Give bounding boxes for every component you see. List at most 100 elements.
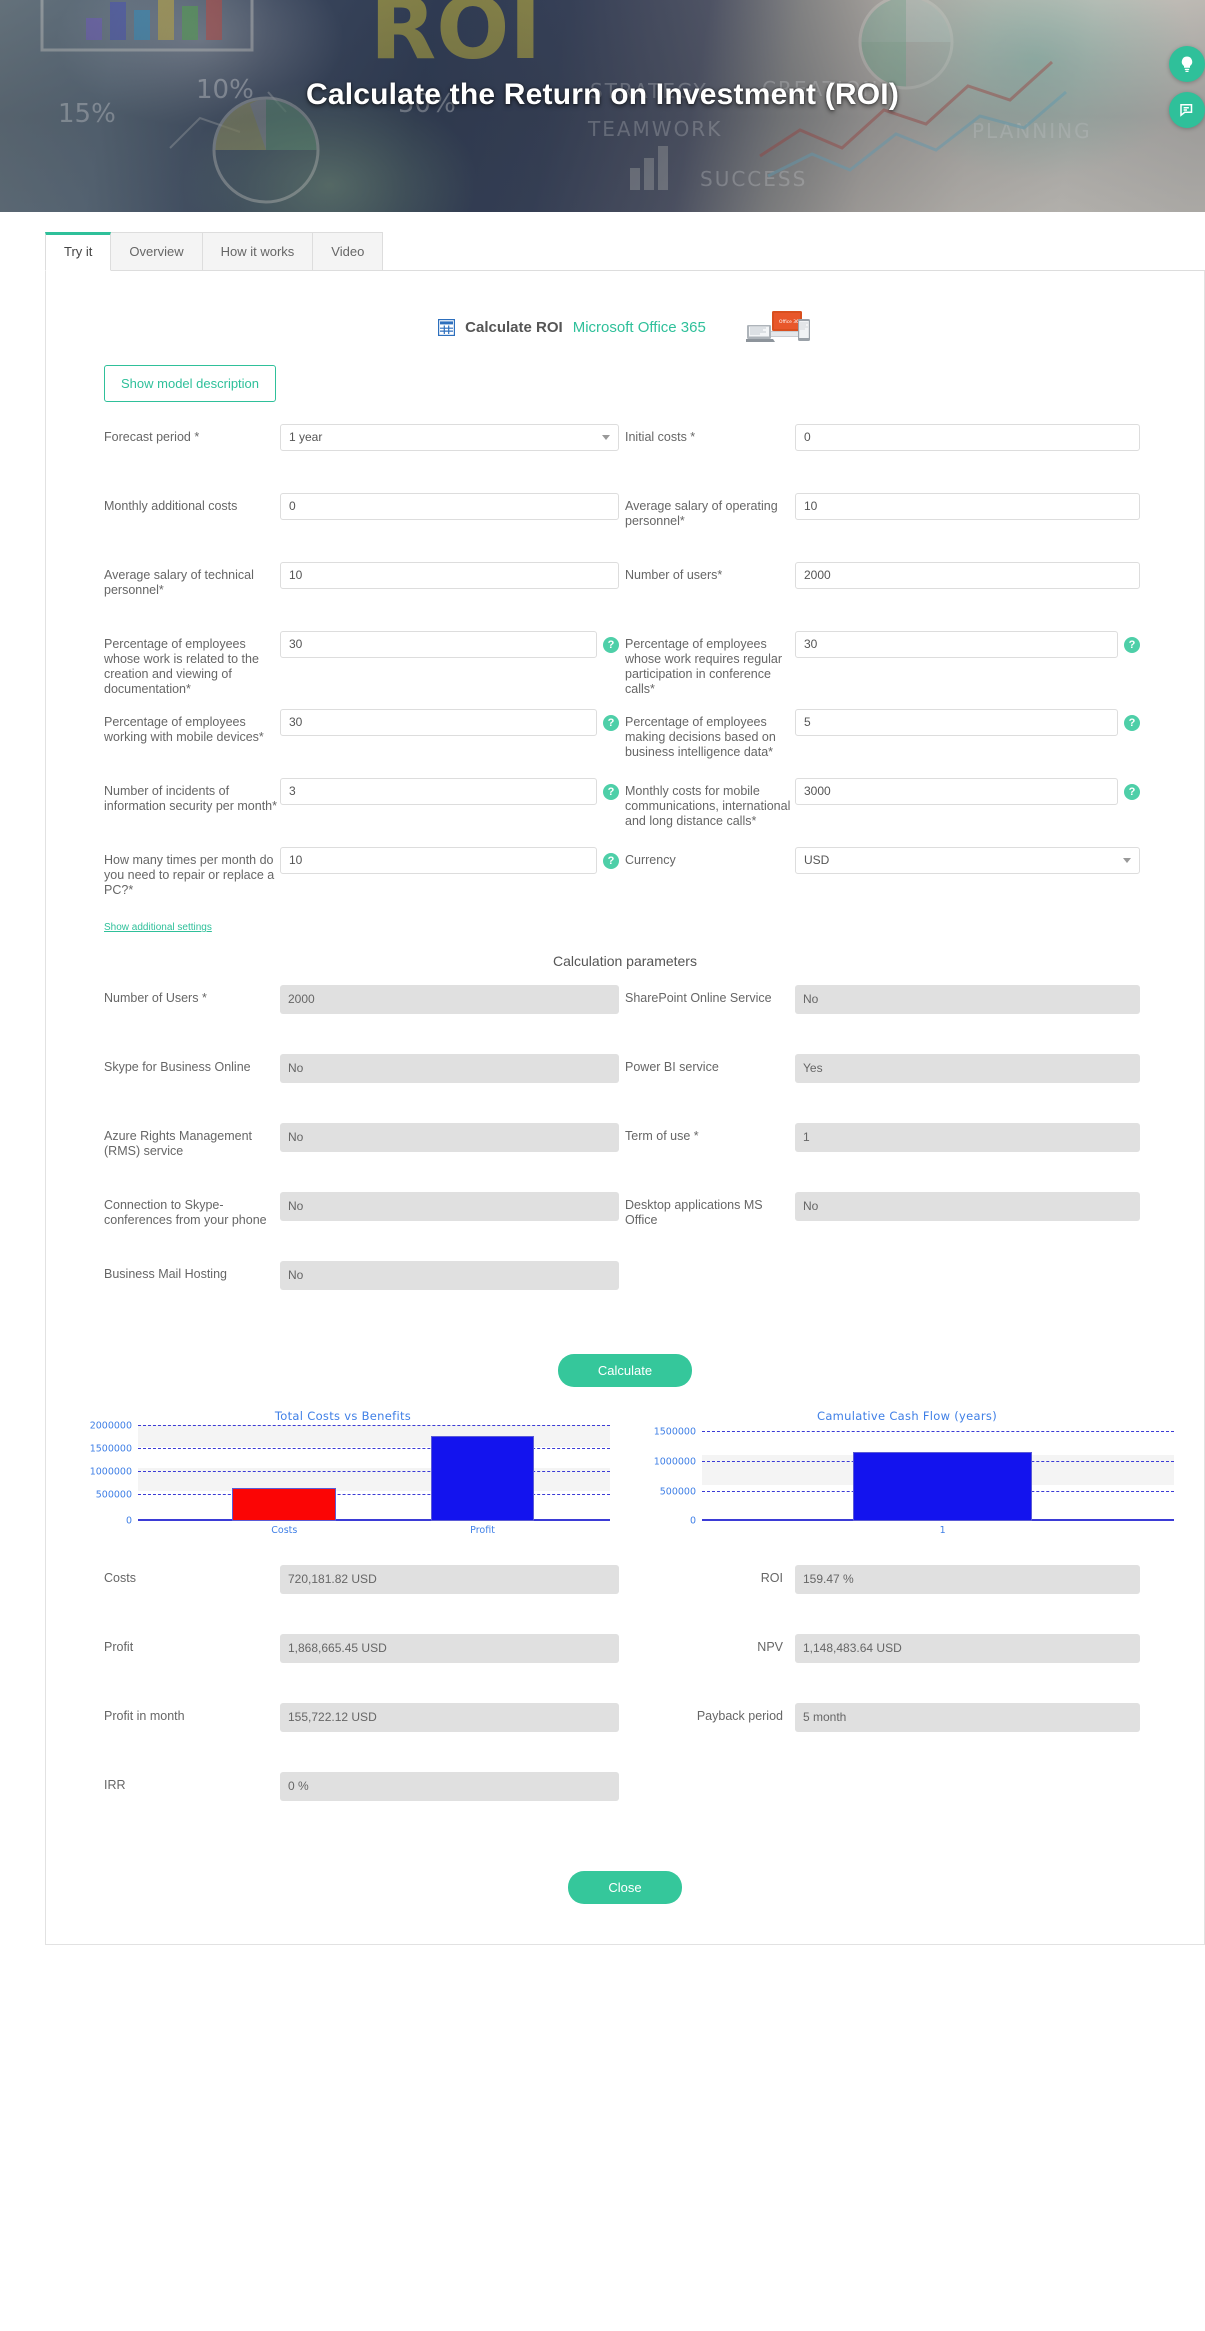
pct-mobile-devices-input[interactable]: 30 (280, 709, 597, 736)
pct-conference-calls-input[interactable]: 30 (795, 631, 1118, 658)
form-row: Forecast period * 1 year Initial costs *… (104, 424, 1146, 481)
input-form: Forecast period * 1 year Initial costs *… (46, 402, 1204, 904)
result-costs: Costs 720,181.82 USD (104, 1565, 625, 1622)
param-label: Desktop applications MS Office (625, 1198, 763, 1227)
floating-action-buttons (1169, 46, 1205, 128)
result-label: Profit in month (104, 1709, 185, 1723)
param-value: No (280, 1192, 619, 1221)
x-tick-label: Costs (271, 1525, 298, 1536)
param-value: Yes (795, 1054, 1140, 1083)
feedback-icon[interactable] (1169, 92, 1205, 128)
help-icon[interactable]: ? (1124, 715, 1140, 731)
field-label: Monthly additional costs (104, 499, 238, 513)
avg-salary-operating-input[interactable]: 10 (795, 493, 1140, 520)
result-value: 0 % (280, 1772, 619, 1801)
result-label: NPV (757, 1640, 783, 1654)
param-skype-conference-phone: Connection to Skype-conferences from you… (104, 1192, 625, 1249)
result-profit: Profit 1,868,665.45 USD (104, 1634, 625, 1691)
y-tick-label: 500000 (95, 1489, 132, 1501)
result-npv: NPV 1,148,483.64 USD (625, 1634, 1146, 1691)
form-row: How many times per month do you need to … (104, 847, 1146, 904)
tab-overview[interactable]: Overview (110, 232, 203, 270)
field-label: Percentage of employees whose work is re… (104, 637, 259, 696)
param-value: No (280, 1261, 619, 1290)
tabs-container: Try it Overview How it works Video (0, 212, 1205, 271)
help-icon[interactable]: ? (603, 637, 619, 653)
close-button-row: Close (46, 1841, 1204, 1904)
param-label: SharePoint Online Service (625, 991, 772, 1005)
field-label: Percentage of employees making decisions… (625, 715, 776, 759)
spreadsheet-icon (438, 318, 456, 336)
mobile-comm-costs-input[interactable]: 3000 (795, 778, 1118, 805)
try-it-panel: Calculate ROI Microsoft Office 365 Offic… (45, 271, 1205, 1945)
monthly-additional-costs-input[interactable]: 0 (280, 493, 619, 520)
field-pct-mobile-devices: Percentage of employees working with mob… (104, 709, 625, 766)
field-label: Number of users* (625, 568, 723, 582)
y-tick-label: 1500000 (653, 1426, 696, 1438)
chart-total-costs-vs-benefits: Total Costs vs Benefits 2000000 1500000 … (66, 1409, 620, 1539)
result-profit-in-month: Profit in month 155,722.12 USD (104, 1703, 625, 1760)
security-incidents-input[interactable]: 3 (280, 778, 597, 805)
param-value: No (795, 985, 1140, 1014)
result-label: IRR (104, 1778, 126, 1792)
result-value: 1,868,665.45 USD (280, 1634, 619, 1663)
chart-title: Total Costs vs Benefits (274, 1409, 412, 1423)
pc-repair-frequency-input[interactable]: 10 (280, 847, 597, 874)
lightbulb-icon[interactable] (1169, 46, 1205, 82)
field-label: How many times per month do you need to … (104, 853, 275, 897)
field-pc-repair-frequency: How many times per month do you need to … (104, 847, 625, 904)
form-row: Monthly additional costs 0 Average salar… (104, 493, 1146, 550)
param-row: Business Mail Hosting No (104, 1261, 1146, 1318)
param-row: Azure Rights Management (RMS) service No… (104, 1123, 1146, 1180)
currency-select[interactable]: USD (795, 847, 1140, 874)
field-avg-salary-technical: Average salary of technical personnel* 1… (104, 562, 625, 619)
param-label: Power BI service (625, 1060, 719, 1074)
result-value: 5 month (795, 1703, 1140, 1732)
result-label: ROI (760, 1571, 783, 1585)
chart-plot-area: 2000000 1500000 1000000 500000 0 Costs P… (90, 1421, 610, 1536)
param-label: Skype for Business Online (104, 1060, 251, 1074)
help-icon[interactable]: ? (603, 853, 619, 869)
result-value: 1,148,483.64 USD (795, 1634, 1140, 1663)
result-value: 159.47 % (795, 1565, 1140, 1594)
tab-how-it-works[interactable]: How it works (201, 232, 314, 270)
calculate-button[interactable]: Calculate (557, 1354, 693, 1387)
help-icon[interactable]: ? (1124, 784, 1140, 800)
office-devices-image: Office 365 (743, 309, 812, 345)
param-sharepoint-online: SharePoint Online Service No (625, 985, 1146, 1042)
forecast-period-select[interactable]: 1 year (280, 424, 619, 451)
form-row: Percentage of employees whose work is re… (104, 631, 1146, 697)
initial-costs-input[interactable]: 0 (795, 424, 1140, 451)
x-tick-label: Profit (470, 1525, 495, 1536)
show-model-description-button[interactable]: Show model description (104, 365, 277, 402)
param-label: Term of use * (625, 1129, 699, 1143)
tab-try-it[interactable]: Try it (45, 232, 112, 271)
field-number-of-users: Number of users* 2000 (625, 562, 1146, 619)
form-row: Average salary of technical personnel* 1… (104, 562, 1146, 619)
param-azure-rms: Azure Rights Management (RMS) service No (104, 1123, 625, 1180)
form-row: Percentage of employees working with mob… (104, 709, 1146, 766)
pct-business-intelligence-input[interactable]: 5 (795, 709, 1118, 736)
show-additional-settings-link[interactable]: Show additional settings (46, 916, 212, 933)
result-row: Profit in month 155,722.12 USD Payback p… (104, 1703, 1146, 1760)
field-label: Number of incidents of information secur… (104, 784, 277, 813)
help-icon[interactable]: ? (1124, 637, 1140, 653)
close-button[interactable]: Close (568, 1871, 682, 1904)
param-row: Skype for Business Online No Power BI se… (104, 1054, 1146, 1111)
param-value: No (280, 1123, 619, 1152)
x-tick-label: 1 (939, 1525, 946, 1536)
number-of-users-input[interactable]: 2000 (795, 562, 1140, 589)
param-value: No (280, 1054, 619, 1083)
help-icon[interactable]: ? (603, 715, 619, 731)
field-pct-documentation: Percentage of employees whose work is re… (104, 631, 625, 697)
param-value: No (795, 1192, 1140, 1221)
tab-video[interactable]: Video (312, 232, 384, 270)
avg-salary-technical-input[interactable]: 10 (280, 562, 619, 589)
form-row: Number of incidents of information secur… (104, 778, 1146, 835)
pct-documentation-input[interactable]: 30 (280, 631, 597, 658)
param-empty (625, 1261, 1146, 1318)
help-icon[interactable]: ? (603, 784, 619, 800)
param-label: Connection to Skype-conferences from you… (104, 1198, 267, 1227)
bar-profit: Profit (430, 1435, 535, 1536)
field-label: Percentage of employees working with mob… (104, 715, 264, 744)
